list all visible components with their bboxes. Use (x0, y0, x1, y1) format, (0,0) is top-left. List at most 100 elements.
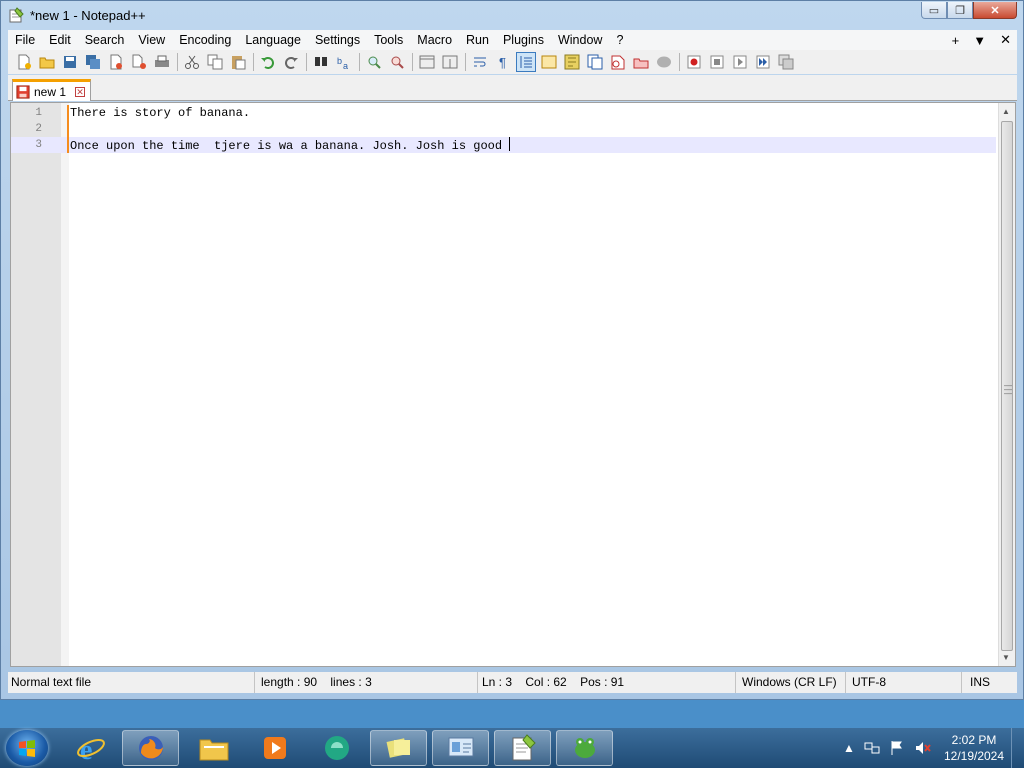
tab-close-button[interactable]: ✕ (75, 86, 86, 97)
svg-text:a: a (343, 61, 348, 70)
menu-run[interactable]: Run (459, 30, 496, 50)
show-desktop-button[interactable] (1011, 728, 1024, 768)
new-file-icon[interactable] (14, 52, 34, 72)
close-window-button[interactable]: ✕ (973, 2, 1017, 19)
file-explorer-icon[interactable] (185, 730, 242, 766)
folder-workspace-icon[interactable] (608, 52, 628, 72)
status-position: Ln : 3 Col : 62 Pos : 91 (477, 672, 735, 693)
notepadpp-window: *new 1 - Notepad++ ▭ ❐ ✕ File Edit Searc… (0, 0, 1024, 700)
scroll-up-arrow-icon[interactable]: ▲ (1002, 107, 1010, 116)
sync-horizontal-icon[interactable] (440, 52, 460, 72)
firefox-icon[interactable] (122, 730, 179, 766)
undo-icon[interactable] (258, 52, 278, 72)
tab-new-1[interactable]: new 1 ✕ (12, 79, 91, 101)
menu-edit[interactable]: Edit (42, 30, 78, 50)
menu-tools[interactable]: Tools (367, 30, 410, 50)
sticky-notes-icon[interactable] (370, 730, 427, 766)
svg-text:e: e (80, 735, 92, 763)
minimize-button[interactable]: ▭ (921, 2, 947, 19)
open-file-icon[interactable] (37, 52, 57, 72)
paste-icon[interactable] (228, 52, 248, 72)
menu-help[interactable]: ? (609, 30, 630, 50)
menu-macro[interactable]: Macro (410, 30, 459, 50)
close-all-icon[interactable] (129, 52, 149, 72)
play-macro-icon[interactable] (730, 52, 750, 72)
tab-list-dropdown-button[interactable]: ▼ (973, 33, 986, 48)
record-macro-icon[interactable] (684, 52, 704, 72)
status-encoding[interactable]: UTF-8 (845, 672, 961, 693)
cut-icon[interactable] (182, 52, 202, 72)
system-clock[interactable]: 2:02 PM 12/19/2024 (936, 732, 1012, 764)
status-length: length : 90 (261, 675, 318, 689)
function-list-icon[interactable] (585, 52, 605, 72)
menu-encoding[interactable]: Encoding (172, 30, 238, 50)
run-macro-multiple-icon[interactable] (753, 52, 773, 72)
toolbar-separator (253, 53, 254, 71)
start-button[interactable] (6, 730, 48, 766)
menu-window[interactable]: Window (551, 30, 609, 50)
notepadpp-taskbar-icon[interactable] (494, 730, 551, 766)
toolbar-separator (306, 53, 307, 71)
sync-vertical-icon[interactable] (417, 52, 437, 72)
stop-macro-icon[interactable] (707, 52, 727, 72)
status-lines: lines : 3 (330, 675, 372, 689)
menu-search[interactable]: Search (78, 30, 132, 50)
print-icon[interactable] (152, 52, 172, 72)
scrollbar-thumb[interactable]: — — — (1001, 121, 1013, 651)
menu-file[interactable]: File (8, 30, 42, 50)
internet-explorer-icon[interactable]: e (62, 730, 119, 766)
show-hidden-icons-icon[interactable]: ▲ (843, 741, 855, 755)
save-macro-icon[interactable] (776, 52, 796, 72)
redo-icon[interactable] (281, 52, 301, 72)
control-panel-icon[interactable] (432, 730, 489, 766)
media-player-icon[interactable] (246, 730, 303, 766)
text-editor[interactable]: 1 There is story of banana. 2 3 Once upo… (10, 102, 1016, 667)
title-bar[interactable]: *new 1 - Notepad++ ▭ ❐ ✕ (1, 1, 1023, 29)
indent-guide-icon[interactable] (516, 52, 536, 72)
line-text[interactable]: There is story of banana. (70, 105, 250, 121)
user-language-icon[interactable] (539, 52, 559, 72)
vertical-scrollbar[interactable]: ▲ — — — ▼ (998, 103, 1015, 666)
save-all-icon[interactable] (83, 52, 103, 72)
find-icon[interactable] (311, 52, 331, 72)
editor-line-current[interactable]: 3 Once upon the time tjere is wa a banan… (11, 137, 996, 153)
status-insert-mode[interactable]: INS (961, 672, 1017, 693)
close-icon[interactable] (106, 52, 126, 72)
menu-plugins[interactable]: Plugins (496, 30, 551, 50)
app-icon[interactable] (308, 730, 365, 766)
monitoring-icon[interactable] (631, 52, 651, 72)
line-number: 1 (35, 107, 42, 119)
status-eol[interactable]: Windows (CR LF) (735, 672, 845, 693)
show-all-chars-icon[interactable]: ¶ (493, 52, 513, 72)
word-wrap-icon[interactable] (470, 52, 490, 72)
toolbar: ba ¶ (8, 50, 1017, 74)
zoom-out-icon[interactable] (387, 52, 407, 72)
menu-language[interactable]: Language (238, 30, 308, 50)
close-document-button[interactable]: ✕ (1000, 32, 1011, 48)
windows-logo-icon (19, 740, 35, 757)
notepadpp-icon (9, 7, 24, 23)
line-text-current[interactable]: Once upon the time tjere is wa a banana.… (70, 137, 511, 154)
action-center-flag-icon[interactable] (889, 740, 905, 756)
network-icon[interactable] (864, 740, 880, 756)
editor-line[interactable]: 1 There is story of banana. (11, 105, 996, 121)
menu-view[interactable]: View (131, 30, 172, 50)
game-icon[interactable] (556, 730, 613, 766)
zoom-in-icon[interactable] (364, 52, 384, 72)
volume-muted-icon[interactable] (914, 740, 932, 756)
doc-map-icon[interactable] (562, 52, 582, 72)
replace-icon[interactable]: ba (334, 52, 354, 72)
maximize-button[interactable]: ❐ (947, 2, 973, 19)
menu-settings[interactable]: Settings (308, 30, 367, 50)
new-tab-plus-button[interactable]: + (952, 33, 960, 48)
copy-icon[interactable] (205, 52, 225, 72)
status-ln: Ln : 3 (482, 675, 513, 689)
unsaved-file-icon (16, 84, 30, 99)
editor-line[interactable]: 2 (11, 121, 996, 137)
save-icon[interactable] (60, 52, 80, 72)
scroll-down-arrow-icon[interactable]: ▼ (1002, 653, 1010, 662)
clock-time: 2:02 PM (951, 733, 997, 747)
toolbar-separator (359, 53, 360, 71)
system-tray: ▲ (843, 736, 932, 760)
macro-bubble-icon[interactable] (654, 52, 674, 72)
